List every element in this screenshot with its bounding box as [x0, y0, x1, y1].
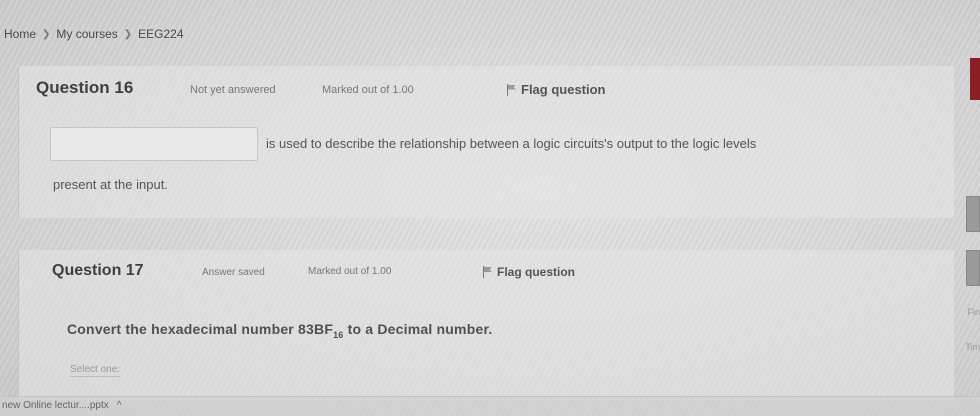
- question-16-answer-input[interactable]: [50, 127, 258, 161]
- question-17-text-main: Convert the hexadecimal number 83BF: [67, 321, 334, 337]
- breadcrumb-my-courses[interactable]: My courses: [56, 27, 117, 41]
- flag-icon: [482, 266, 492, 278]
- chevron-up-icon[interactable]: ^: [117, 400, 122, 411]
- question-17-header: Question 17: [52, 262, 144, 280]
- question-17-number: Question 17: [52, 262, 144, 279]
- question-16-text-line1: is used to describe the relationship bet…: [266, 136, 757, 151]
- finish-attempt-edge[interactable]: [970, 58, 980, 100]
- question-16-flag-button[interactable]: Flag question: [506, 82, 606, 97]
- time-text-fragment: Tim: [965, 342, 980, 352]
- breadcrumb-course[interactable]: EEG224: [138, 27, 183, 41]
- nav-button-edge[interactable]: [966, 196, 980, 232]
- question-17-flag-label: Flag question: [497, 265, 575, 279]
- question-17-text-subscript: 16: [333, 329, 344, 340]
- question-17-state: Answer saved: [202, 267, 265, 278]
- download-bar: new Online lectur....pptx ^: [0, 396, 980, 416]
- chevron-right-icon: ❯: [42, 28, 51, 40]
- download-item[interactable]: new Online lectur....pptx ^: [2, 400, 121, 411]
- breadcrumb-home[interactable]: Home: [4, 27, 36, 41]
- question-16-header: Question 16: [36, 78, 133, 98]
- breadcrumb: Home ❯ My courses ❯ EEG224: [4, 27, 184, 41]
- question-16-text-line2: present at the input.: [53, 177, 168, 192]
- finish-text-fragment: Fin: [967, 307, 980, 317]
- screen: Home ❯ My courses ❯ EEG224 Question 16 N…: [0, 0, 980, 416]
- question-16-flag-label: Flag question: [521, 82, 606, 97]
- download-filename: new Online lectur....pptx: [2, 400, 109, 411]
- nav-button-edge[interactable]: [966, 250, 980, 286]
- question-16-mark: Marked out of 1.00: [322, 84, 414, 96]
- question-17-flag-button[interactable]: Flag question: [482, 265, 575, 279]
- question-17-text: Convert the hexadecimal number 83BF16 to…: [67, 321, 492, 340]
- question-16-state: Not yet answered: [190, 84, 276, 96]
- question-17-text-end: to a Decimal number.: [343, 321, 493, 337]
- question-17-mark: Marked out of 1.00: [308, 266, 392, 277]
- question-17-select-label: Select one:: [70, 364, 121, 377]
- flag-icon: [506, 83, 516, 96]
- question-16-number: Question 16: [36, 78, 134, 97]
- chevron-right-icon: ❯: [123, 28, 133, 40]
